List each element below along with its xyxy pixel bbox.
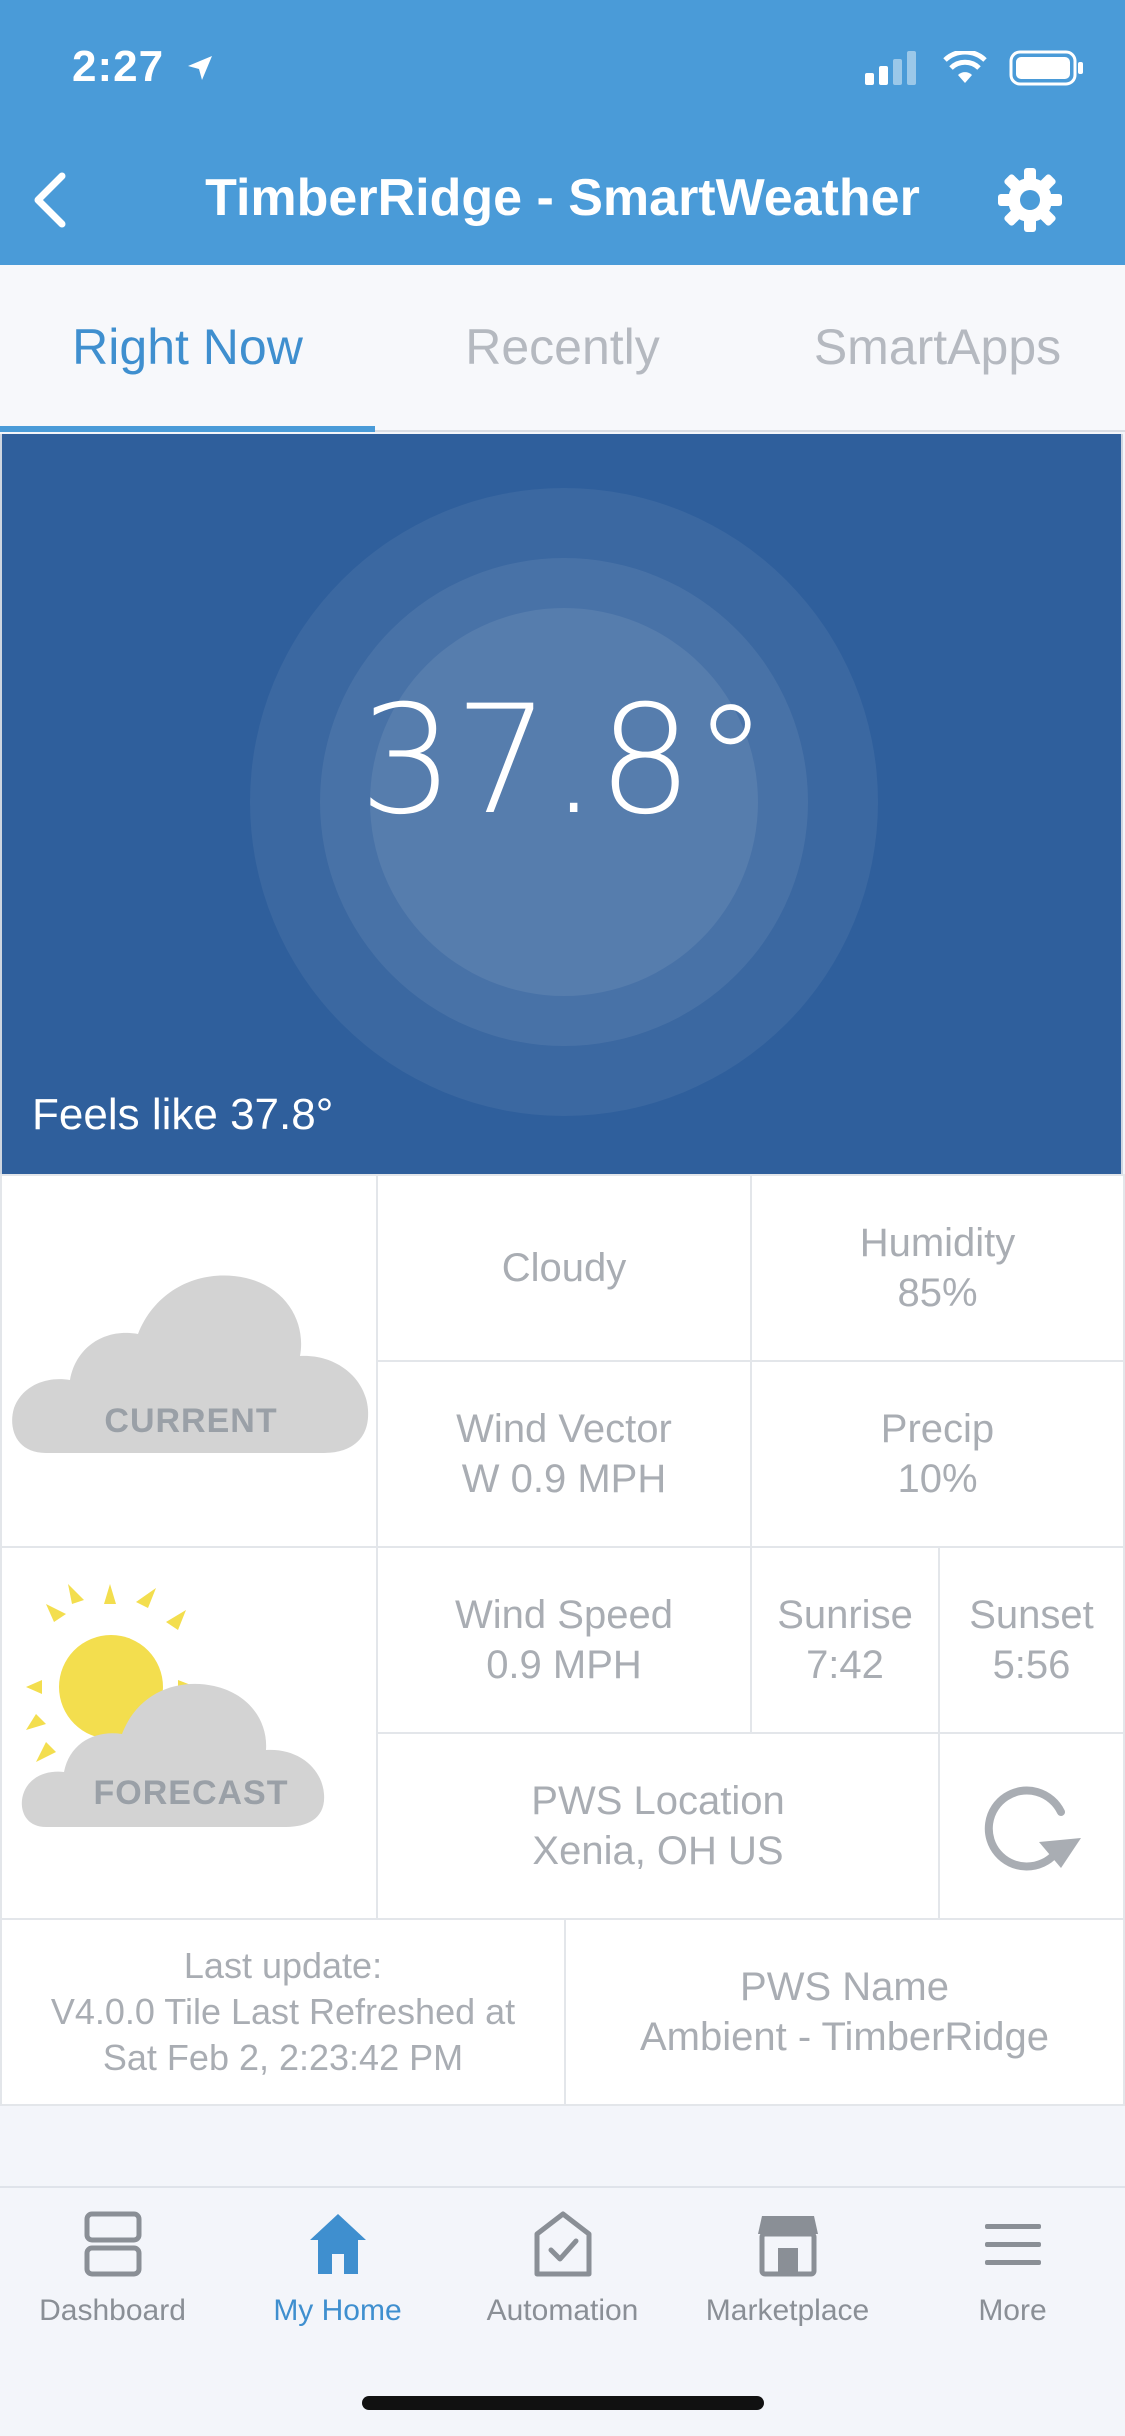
menu-icon [984,2224,1041,2265]
last-update-timestamp: Sat Feb 2, 2:23:42 PM [102,2037,464,2078]
nav-dashboard-label: Dashboard [39,2294,186,2327]
pws-name-tile[interactable]: PWS Name Ambient - TimberRidge [564,1918,1125,2106]
forecast-label: FORECAST [93,1774,289,1812]
sunrise-value: 7:42 [806,1643,884,1687]
pws-location-label: PWS Location [531,1779,785,1823]
temperature-tile[interactable]: 37.8° Feels like 37.8° [0,434,1123,1174]
sunset-tile[interactable]: Sunset 5:56 [938,1546,1125,1734]
refresh-button[interactable] [938,1732,1125,1920]
status-time-text: 2:27 [72,42,165,91]
nav-marketplace-label: Marketplace [705,2294,870,2327]
precip-label: Precip [880,1407,995,1451]
wind-vector-label: Wind Vector [456,1407,672,1451]
precip-tile[interactable]: Precip 10% [750,1360,1125,1548]
condition-tile[interactable]: Cloudy [376,1174,752,1362]
current-weather-tile[interactable]: CURRENT [0,1174,378,1548]
pws-location-tile[interactable]: PWS Location Xenia, OH US [376,1732,940,1920]
current-temperature: 37.8° [359,674,768,848]
page-title: TimberRidge - SmartWeather [205,169,920,227]
home-icon [309,2214,366,2274]
dashboard-icon [84,2211,141,2277]
current-label: CURRENT [104,1402,278,1440]
last-update-version: V4.0.0 Tile Last Refreshed at [50,1991,516,2032]
nav-automation-label: Automation [486,2294,639,2327]
battery-icon [1009,50,1083,86]
refresh-icon [984,1786,1081,1871]
humidity-tile[interactable]: Humidity 85% [750,1174,1125,1362]
tab-bar: Right Now Recently SmartApps [0,265,1125,432]
wind-vector-tile[interactable]: Wind Vector W 0.9 MPH [376,1360,752,1548]
signal-icon [865,51,916,85]
nav-automation[interactable]: Automation [450,2210,675,2328]
settings-button[interactable] [995,165,1065,235]
forecast-weather-tile[interactable]: FORECAST [0,1546,378,1920]
wind-speed-label: Wind Speed [455,1593,673,1637]
nav-more[interactable]: More [900,2210,1125,2328]
marketplace-icon [757,2216,818,2277]
sunrise-label: Sunrise [777,1593,913,1637]
tab-recently[interactable]: Recently [375,265,750,430]
condition-text: Cloudy [501,1246,627,1290]
pws-name-value: Ambient - TimberRidge [639,2015,1050,2059]
sunset-label: Sunset [969,1593,1094,1637]
last-update-label: Last update: [183,1945,383,1986]
tab-right-now[interactable]: Right Now [0,265,375,432]
nav-dashboard[interactable]: Dashboard [0,2210,225,2328]
sunrise-tile[interactable]: Sunrise 7:42 [750,1546,940,1734]
wind-speed-value: 0.9 MPH [486,1643,642,1687]
feels-like-text: Feels like 37.8° [32,1090,334,1139]
nav-my-home-label: My Home [273,2294,402,2327]
gear-icon [998,168,1062,232]
app-header: 2:27 TimberRidge - SmartWeather [0,0,1125,265]
location-arrow-icon [185,44,215,94]
status-bar-icons [865,50,1085,86]
automation-icon [534,2211,591,2277]
last-update-tile[interactable]: Last update: V4.0.0 Tile Last Refreshed … [0,1918,566,2106]
nav-my-home[interactable]: My Home [225,2210,450,2328]
pws-location-value: Xenia, OH US [532,1829,784,1873]
humidity-value: 85% [897,1271,978,1315]
sunset-value: 5:56 [992,1643,1071,1687]
home-indicator[interactable] [362,2396,764,2410]
wifi-icon [943,51,987,83]
status-bar-time: 2:27 [72,42,215,94]
nav-more-label: More [978,2294,1047,2327]
wind-speed-tile[interactable]: Wind Speed 0.9 MPH [376,1546,752,1734]
tab-smartapps[interactable]: SmartApps [750,265,1125,430]
precip-value: 10% [897,1457,978,1501]
nav-marketplace[interactable]: Marketplace [675,2210,900,2328]
pws-name-label: PWS Name [740,1965,949,2009]
wind-vector-value: W 0.9 MPH [461,1457,667,1501]
humidity-label: Humidity [859,1221,1016,1265]
